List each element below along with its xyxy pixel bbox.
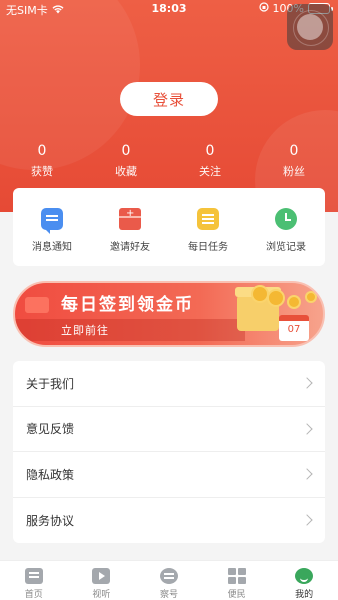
bottom-tab-bar: 首页 视听 察号 便民 我的 [0,560,338,600]
quick-actions-card: 消息通知 邀请好友 每日任务 浏览记录 [13,188,325,266]
tab-chahao[interactable]: 察号 [135,561,203,600]
chevron-right-icon [301,377,313,389]
stat-followers[interactable]: 0 粉丝 [264,142,324,180]
banner-strip [15,319,245,341]
red-envelope-icon [25,297,49,313]
menu-item-about-us[interactable]: 关于我们 [13,361,325,407]
stat-value: 0 [121,143,131,159]
daily-checkin-banner[interactable]: 每日签到领金币 立即前往 07 [13,281,325,347]
coin-icon [267,289,285,307]
chevron-right-icon [301,513,313,526]
tab-mine[interactable]: 我的 [270,561,338,600]
stat-label: 收藏 [115,165,137,178]
assistive-touch-button[interactable] [287,4,333,50]
home-icon [24,568,43,584]
menu-item-privacy-policy[interactable]: 隐私政策 [13,452,325,498]
task-list-icon [197,208,219,230]
stat-value: 0 [289,143,299,159]
orientation-lock-icon [258,2,269,15]
stat-label: 粉丝 [283,165,305,178]
stat-favorites[interactable]: 0 收藏 [96,142,156,180]
quick-action-label: 消息通知 [32,242,72,253]
tab-label: 便民 [227,590,246,600]
chevron-right-icon [301,422,313,435]
quick-action-history[interactable]: 浏览记录 [247,188,325,266]
stat-label: 获赞 [31,165,53,178]
settings-menu: 关于我们 意见反馈 隐私政策 服务协议 [13,361,325,543]
menu-item-label: 服务协议 [26,513,75,528]
banner-subtitle: 立即前往 [61,324,109,337]
menu-item-label: 隐私政策 [26,467,75,482]
quick-action-label: 浏览记录 [266,242,306,253]
tab-services[interactable]: 便民 [203,561,271,600]
tab-label: 视听 [92,590,111,600]
chat-icon [159,568,178,584]
calendar-icon: 07 [279,315,309,341]
stat-following[interactable]: 0 关注 [180,142,240,180]
tab-home[interactable]: 首页 [0,561,68,600]
login-button[interactable]: 登录 [120,82,218,116]
quick-action-label: 每日任务 [188,242,228,253]
stat-likes[interactable]: 0 获赞 [12,142,72,180]
tab-label: 首页 [24,590,43,600]
clock-icon [275,208,297,230]
quick-action-daily-tasks[interactable]: 每日任务 [169,188,247,266]
tab-label: 我的 [295,590,314,600]
menu-item-feedback[interactable]: 意见反馈 [13,407,325,452]
message-icon [41,208,63,234]
banner-title: 每日签到领金币 [61,295,194,315]
tab-label: 察号 [159,590,178,600]
profile-stats: 0 获赞 0 收藏 0 关注 0 粉丝 [0,142,338,182]
stat-label: 关注 [199,165,221,178]
menu-item-service-agreement[interactable]: 服务协议 [13,498,325,544]
coin-icon [305,291,317,303]
coin-icon [287,295,301,309]
coin-icon [251,285,269,303]
quick-action-notifications[interactable]: 消息通知 [13,188,91,266]
profile-icon [295,568,314,584]
menu-item-label: 关于我们 [26,376,75,391]
stat-value: 0 [37,143,47,159]
menu-item-label: 意见反馈 [26,422,75,437]
quick-action-invite-friends[interactable]: 邀请好友 [91,188,169,266]
stat-value: 0 [205,143,215,159]
tab-video[interactable]: 视听 [68,561,136,600]
chevron-right-icon [301,468,313,480]
video-icon [92,568,111,584]
invite-envelope-icon [119,208,141,230]
grid-icon [227,568,246,584]
quick-action-label: 邀请好友 [110,242,150,253]
